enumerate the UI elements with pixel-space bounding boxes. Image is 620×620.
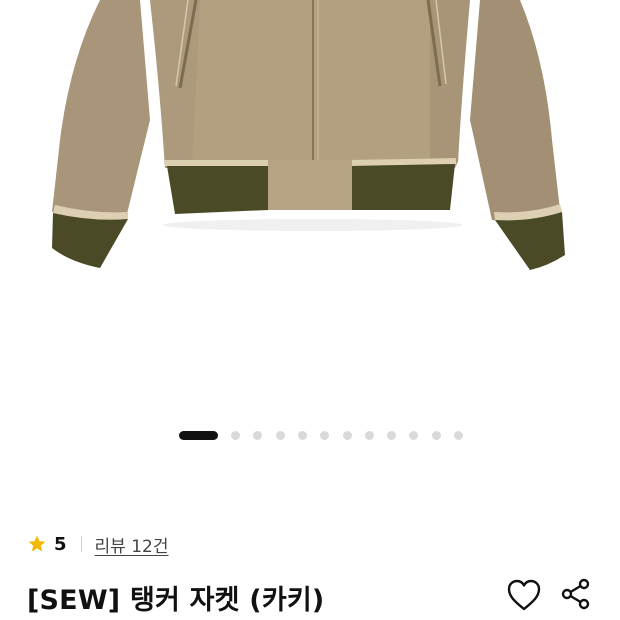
rating-score: 5 <box>54 533 67 555</box>
carousel-dot[interactable] <box>364 431 374 440</box>
carousel-dot[interactable] <box>431 431 441 440</box>
carousel-dot[interactable] <box>387 431 397 440</box>
carousel-dot[interactable] <box>409 431 419 440</box>
carousel-dot[interactable] <box>253 431 263 440</box>
carousel-dot[interactable] <box>275 431 285 440</box>
divider <box>80 536 82 552</box>
heart-icon[interactable] <box>506 578 542 612</box>
carousel-indicator[interactable] <box>0 430 620 442</box>
carousel-dot[interactable] <box>320 431 330 440</box>
rating-row: 5 리뷰 12건 <box>27 530 169 558</box>
carousel-dot[interactable] <box>231 431 240 440</box>
carousel-dot[interactable] <box>454 431 463 440</box>
jacket-illustration <box>52 0 565 270</box>
product-image[interactable] <box>0 0 620 420</box>
product-title: [SEW] 탱커 자켓 (카키) <box>27 585 325 616</box>
star-icon <box>28 535 46 552</box>
share-icon[interactable] <box>560 578 592 610</box>
carousel-dot[interactable] <box>342 431 352 440</box>
carousel-dot-active[interactable] <box>179 431 218 440</box>
review-count-link[interactable]: 리뷰 12건 <box>95 532 169 557</box>
carousel-dot[interactable] <box>297 431 307 440</box>
